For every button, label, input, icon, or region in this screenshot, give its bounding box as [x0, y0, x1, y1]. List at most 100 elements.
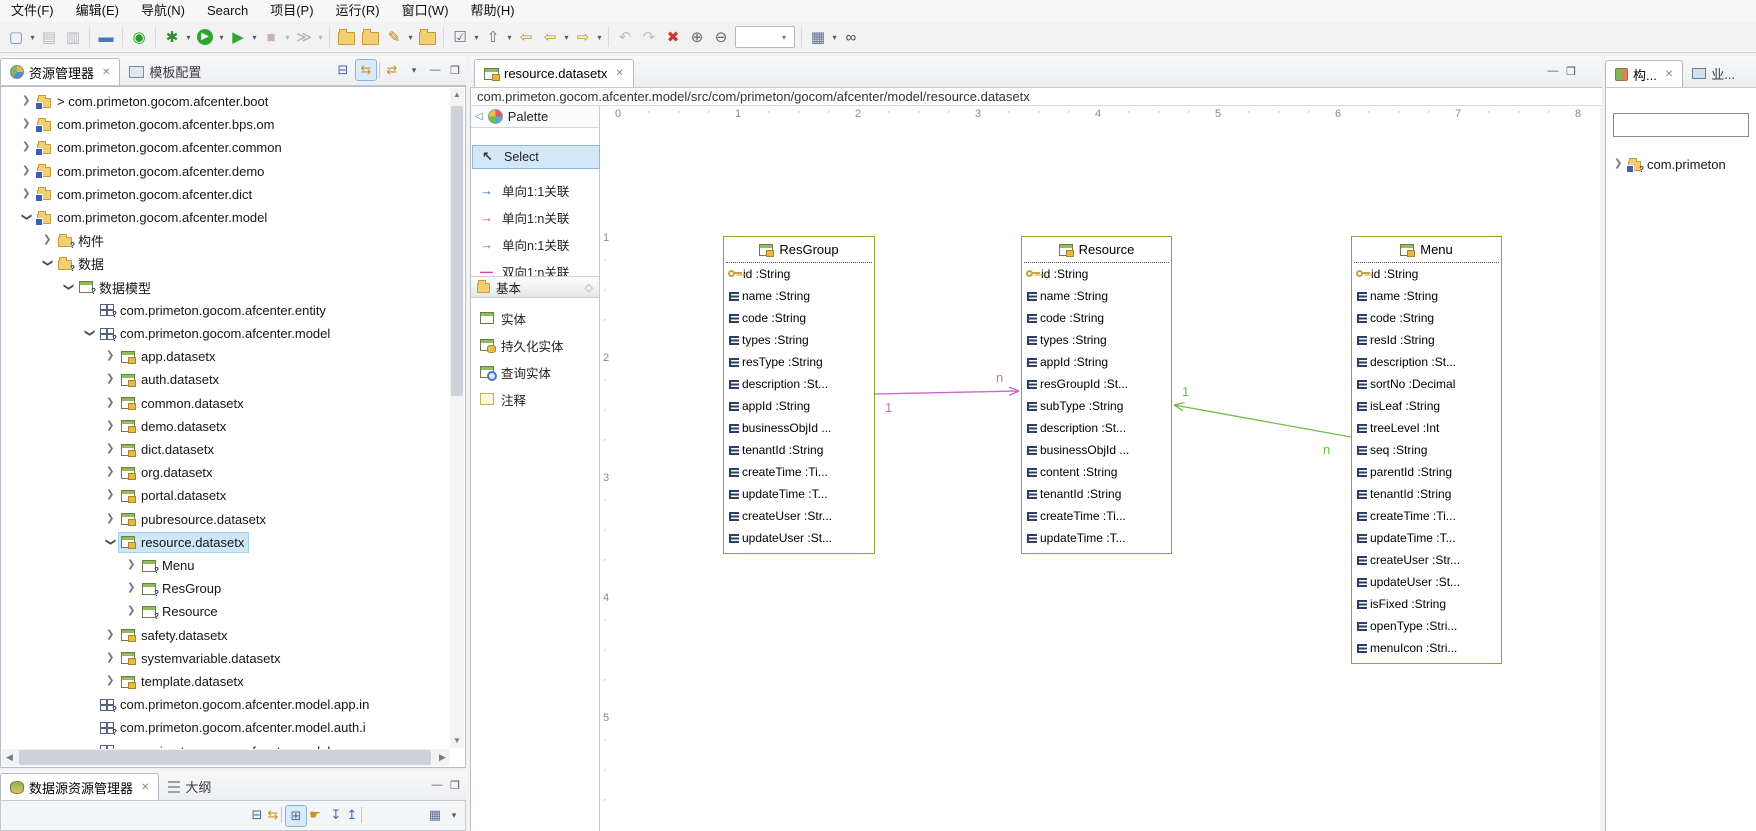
entity-field[interactable]: seq :String [1352, 439, 1501, 461]
resume-button[interactable]: ≫ [292, 25, 316, 49]
expand-expander-icon[interactable]: ❯ [127, 605, 135, 617]
zoom-in-button[interactable]: ⊕ [685, 25, 709, 49]
tree-layout-icon[interactable]: ⊞ [285, 805, 307, 827]
resource-explorer-tree[interactable]: ❯> com.primeton.gocom.afcenter.boot ❯com.… [0, 86, 466, 768]
entity-field[interactable]: tenantId :String [1352, 483, 1501, 505]
chevron-down-icon[interactable]: ▾ [406, 25, 415, 49]
entity-field[interactable]: createUser :Str... [1352, 549, 1501, 571]
refresh-icon[interactable]: ⇄ [382, 60, 402, 80]
relation-cardinality-label[interactable]: 1 [885, 401, 892, 415]
chevron-down-icon[interactable]: ▾ [830, 25, 839, 49]
tree-item[interactable]: ❯dict.datasetx [1, 439, 465, 460]
open-type-button[interactable] [334, 25, 358, 49]
entity-field[interactable]: description :St... [724, 373, 874, 395]
scrollbar-thumb[interactable] [451, 106, 463, 396]
scroll-right-icon[interactable]: ▶ [435, 749, 450, 766]
export-icon[interactable]: ↥ [342, 805, 362, 825]
entity-field[interactable]: subType :String [1022, 395, 1171, 417]
open-task-button[interactable] [415, 25, 439, 49]
expand-expander-icon[interactable]: ❯ [22, 95, 30, 107]
maximize-icon[interactable]: ❐ [1562, 65, 1580, 78]
tree-item[interactable]: ❯com.primeton.gocom.afcenter.dict [1, 184, 465, 205]
relation-cardinality-label[interactable]: 1 [1182, 385, 1189, 399]
tree-item[interactable]: ?com.primeton.gocom.afcenter.model.auth.… [1, 717, 465, 738]
minimize-icon[interactable]: — [428, 779, 446, 791]
menu-item-search[interactable]: Search [196, 0, 259, 22]
entity-field[interactable]: types :String [1022, 329, 1171, 351]
zoom-level-input[interactable] [736, 28, 780, 46]
scroll-left-icon[interactable]: ◀ [2, 749, 17, 766]
format-brush-button[interactable]: ✎ [382, 25, 406, 49]
tree-item[interactable]: ❯portal.datasetx [1, 485, 465, 506]
grid-icon[interactable]: ▦ [425, 805, 445, 825]
mark-occurrences-button[interactable]: ☑ [448, 25, 472, 49]
expand-expander-icon[interactable]: ❯ [106, 420, 114, 432]
expander-icon[interactable]: ❯ [1614, 158, 1622, 170]
expand-expander-icon[interactable]: ❯ [106, 675, 114, 687]
entity-field[interactable]: types :String [724, 329, 874, 351]
search-button[interactable]: ∞ [839, 25, 863, 49]
entity-field[interactable]: isFixed :String [1352, 593, 1501, 615]
entity-field[interactable]: tenantId :String [724, 439, 874, 461]
entity-field[interactable]: code :String [1022, 307, 1171, 329]
tree-item[interactable]: ❯systemvariable.datasetx [1, 648, 465, 669]
link-with-editor-icon[interactable]: ⇆ [355, 59, 377, 81]
entity-field[interactable]: id :String [1352, 263, 1501, 285]
view-menu-icon[interactable]: ▾ [444, 805, 464, 825]
tree-item[interactable]: ❯demo.datasetx [1, 416, 465, 437]
entity-field[interactable]: parentId :String [1352, 461, 1501, 483]
expand-expander-icon[interactable]: ❯ [43, 234, 51, 246]
tree-item[interactable]: ❯?数据模型 [1, 277, 465, 298]
collapse-all-icon[interactable]: ⊟ [333, 60, 353, 80]
palette-tool-annotation[interactable]: 注释 [471, 388, 599, 410]
entity-field[interactable]: updateUser :St... [724, 527, 874, 549]
expand-expander-icon[interactable]: ❯ [106, 373, 114, 385]
entity-field[interactable]: sortNo :Decimal [1352, 373, 1501, 395]
entity-field[interactable]: id :String [1022, 263, 1171, 285]
collapse-expander-icon[interactable]: ❯ [83, 329, 95, 337]
chevron-down-icon[interactable]: ▾ [595, 25, 604, 49]
tree-item[interactable]: ❯com.primeton.gocom.afcenter.model [1, 207, 465, 228]
collapse-expander-icon[interactable]: ❯ [41, 259, 53, 267]
entity-field[interactable]: name :String [1022, 285, 1171, 307]
tree-item[interactable]: ❯?Menu [1, 555, 465, 576]
entity-field[interactable]: resGroupId :St... [1022, 373, 1171, 395]
expand-expander-icon[interactable]: ❯ [106, 466, 114, 478]
delete-button[interactable]: ✖ [661, 25, 685, 49]
tree-item[interactable]: ❯?ResGroup [1, 578, 465, 599]
pointer-hand-icon[interactable]: ☛ [305, 805, 325, 825]
menu-item-file[interactable]: 文件(F) [0, 0, 65, 22]
tree-item[interactable]: ❯com.primeton.gocom.afcenter.demo [1, 161, 465, 182]
chevron-down-icon[interactable]: ▾ [316, 25, 325, 49]
chevron-down-icon[interactable]: ▾ [217, 25, 226, 49]
view-menu-icon[interactable]: ▾ [404, 60, 424, 80]
tree-item[interactable]: ❯resource.datasetx [1, 532, 465, 553]
palette-tool-persistent-entity[interactable]: 持久化实体 [471, 334, 599, 356]
back-button[interactable]: ⇦ [538, 25, 562, 49]
tab-template-config[interactable]: 模板配置 [120, 58, 210, 85]
tree-item[interactable]: ❯template.datasetx [1, 671, 465, 692]
tree-item[interactable]: ❯ ? com.primeton [1606, 154, 1756, 175]
entity-field[interactable]: description :St... [1352, 351, 1501, 373]
search-input[interactable] [1613, 113, 1749, 137]
expand-expander-icon[interactable]: ❯ [106, 489, 114, 501]
entity-field[interactable]: createTime :Ti... [1352, 505, 1501, 527]
expand-expander-icon[interactable]: ❯ [106, 397, 114, 409]
relation-menu-to-resource[interactable] [1174, 403, 1351, 437]
tree-item[interactable]: ❯?构件 [1, 230, 465, 251]
tab-resource-datasetx[interactable]: resource.datasetx ✕ [474, 59, 634, 87]
menu-item-run[interactable]: 运行(R) [325, 0, 391, 22]
diagram-canvas[interactable]: 1 n n 1 ResGroupid :Stringname :Stringco… [615, 124, 1600, 831]
open-resource-button[interactable] [358, 25, 382, 49]
close-icon[interactable]: ✕ [1665, 69, 1673, 80]
menu-item-project[interactable]: 项目(P) [259, 0, 324, 22]
chevron-down-icon[interactable]: ▾ [782, 33, 786, 42]
entity-field[interactable]: createTime :Ti... [724, 461, 874, 483]
entity-field[interactable]: createTime :Ti... [1022, 505, 1171, 527]
last-edit-location-button[interactable]: ⇦ [514, 25, 538, 49]
new-wizard-button[interactable]: ▢ [4, 25, 28, 49]
entity-field[interactable]: updateTime :T... [724, 483, 874, 505]
entity-field[interactable]: resType :String [724, 351, 874, 373]
tree-item[interactable]: ❯> com.primeton.gocom.afcenter.boot [1, 91, 465, 112]
redo-button[interactable]: ↷ [637, 25, 661, 49]
